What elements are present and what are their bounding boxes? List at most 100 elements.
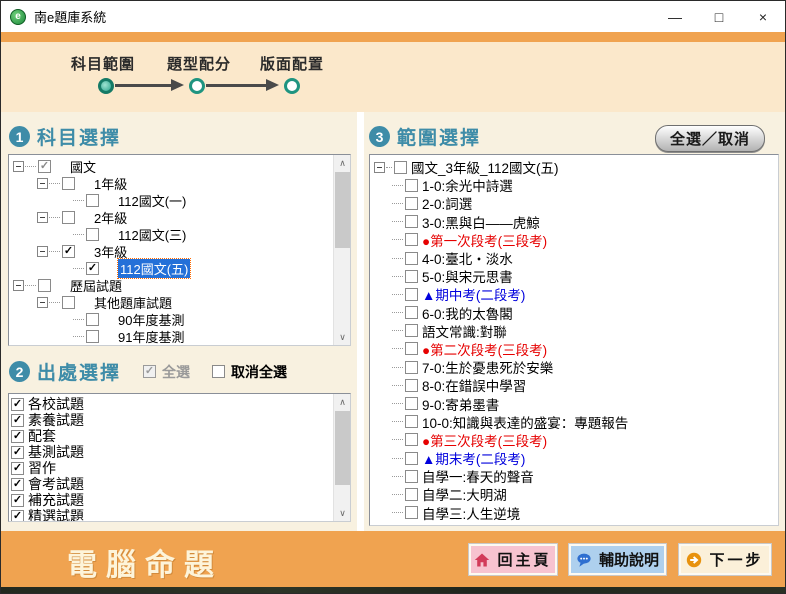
range-tree-item[interactable]: 1-0:余光中詩選 <box>374 176 778 194</box>
range-item-checkbox[interactable] <box>405 324 418 338</box>
range-item-checkbox[interactable] <box>405 506 418 520</box>
subject-tree-item[interactable]: ✓ 3年級 <box>9 243 348 260</box>
tree-checkbox[interactable] <box>86 228 99 241</box>
range-tree-item[interactable]: ●第三次段考(三段考) <box>374 431 778 449</box>
maximize-button[interactable]: □ <box>697 1 741 32</box>
range-item-checkbox[interactable] <box>405 397 418 411</box>
source-item-checkbox[interactable]: ✓ <box>11 493 24 507</box>
range-tree-item[interactable]: 4-0:臺北・淡水 <box>374 249 778 267</box>
tree-checkbox[interactable]: ✓ <box>38 160 51 173</box>
source-list-item[interactable]: ✓ 基測試題 <box>11 444 350 460</box>
range-tree-item[interactable]: 7-0:生於憂患死於安樂 <box>374 358 778 376</box>
range-tree-item[interactable]: 10-0:知識與表達的盛宴：專題報告 <box>374 413 778 431</box>
range-item-checkbox[interactable] <box>405 342 418 356</box>
tree-checkbox[interactable] <box>62 296 75 309</box>
range-root-checkbox[interactable] <box>394 160 407 174</box>
subject-tree-item[interactable]: ✓ 國文 <box>9 158 348 175</box>
range-item-checkbox[interactable] <box>405 287 418 301</box>
scroll-down-icon[interactable]: ∨ <box>334 329 350 345</box>
range-tree-item[interactable]: 自學二:大明湖 <box>374 485 778 503</box>
range-tree-item[interactable]: 9-0:寄弟墨書 <box>374 394 778 413</box>
subject-tree-item[interactable]: ✓ 112國文(五) <box>9 258 348 279</box>
scroll-up-icon[interactable]: ∧ <box>334 394 350 410</box>
range-item-checkbox[interactable] <box>405 233 418 247</box>
range-item-checkbox[interactable] <box>405 178 418 192</box>
tree-expander-icon[interactable] <box>37 297 48 308</box>
range-tree-item[interactable]: 5-0:與宋元思書 <box>374 267 778 285</box>
source-item-checkbox[interactable]: ✓ <box>11 509 24 521</box>
close-button[interactable]: × <box>741 1 785 32</box>
scroll-up-icon[interactable]: ∧ <box>334 155 350 171</box>
tree-checkbox[interactable]: ✓ <box>62 245 75 258</box>
tree-expander-icon[interactable] <box>13 280 24 291</box>
source-item-checkbox[interactable]: ✓ <box>11 477 24 491</box>
range-tree-item[interactable]: ●第二次段考(三段考) <box>374 340 778 358</box>
range-item-checkbox[interactable] <box>405 469 418 483</box>
subject-tree-item[interactable]: 2年級 <box>9 209 348 226</box>
tree-checkbox[interactable] <box>38 279 51 292</box>
scrollbar-thumb[interactable] <box>335 411 350 485</box>
range-tree-item[interactable]: ●第一次段考(三段考) <box>374 231 778 249</box>
scrollbar-thumb[interactable] <box>335 172 350 248</box>
tree-checkbox[interactable]: ✓ <box>86 262 99 275</box>
range-tree-item[interactable]: 8-0:在錯誤中學習 <box>374 376 778 394</box>
source-item-checkbox[interactable]: ✓ <box>11 445 24 459</box>
range-item-checkbox[interactable] <box>405 269 418 283</box>
tree-expander-icon[interactable] <box>13 161 24 172</box>
deselect-all-checkbox[interactable] <box>212 365 226 378</box>
subject-tree-item[interactable]: 112國文(三) <box>9 226 348 243</box>
subject-tree-item[interactable]: 90年度基測 <box>9 311 348 328</box>
range-tree-item[interactable]: ▲期中考(二段考) <box>374 285 778 303</box>
subject-tree-item[interactable]: 歷屆試題 <box>9 277 348 294</box>
subject-tree-item[interactable]: 112國文(一) <box>9 192 348 209</box>
range-item-checkbox[interactable] <box>405 196 418 210</box>
next-step-button[interactable]: 下一步 <box>679 544 771 575</box>
deselect-all-checkbox-group[interactable]: 取消全選 <box>212 362 287 382</box>
tree-expander-icon[interactable] <box>37 246 48 257</box>
subject-tree-item[interactable]: 1年級 <box>9 175 348 192</box>
source-list-scrollbar[interactable]: ∧ ∨ <box>333 394 350 521</box>
home-button[interactable]: 回主頁 <box>469 544 557 575</box>
range-tree-item[interactable]: 自學一:春天的聲音 <box>374 467 778 485</box>
range-item-checkbox[interactable] <box>405 433 418 447</box>
subject-tree-item[interactable]: 91年度基測 <box>9 328 348 345</box>
minimize-button[interactable]: — <box>653 1 697 32</box>
tree-expander-icon[interactable] <box>37 212 48 223</box>
range-item-checkbox[interactable] <box>405 306 418 320</box>
range-tree-item[interactable]: 3-0:黑與白——虎鯨 <box>374 213 778 231</box>
range-item-label: 10-0:知識與表達的盛宴：專題報告 <box>422 415 629 431</box>
range-tree-item[interactable]: ▲期末考(二段考) <box>374 449 778 467</box>
tree-checkbox[interactable] <box>86 330 99 343</box>
scroll-down-icon[interactable]: ∨ <box>334 505 350 521</box>
range-item-checkbox[interactable] <box>405 415 418 429</box>
range-item-checkbox[interactable] <box>405 487 418 501</box>
subject-tree-item[interactable]: 其他題庫試題 <box>9 294 348 311</box>
range-tree-item[interactable]: 語文常識:對聯 <box>374 322 778 340</box>
source-list-item[interactable]: ✓ 精選試題 <box>11 508 350 521</box>
tree-checkbox[interactable] <box>86 194 99 207</box>
help-button[interactable]: 輔助說明 <box>569 544 666 575</box>
source-item-checkbox[interactable]: ✓ <box>11 413 24 427</box>
source-item-checkbox[interactable]: ✓ <box>11 461 24 475</box>
range-tree-item[interactable]: 6-0:我的太魯閣 <box>374 304 778 322</box>
tree-checkbox[interactable] <box>86 313 99 326</box>
select-all-checkbox[interactable]: ✓ <box>143 365 157 378</box>
range-item-checkbox[interactable] <box>405 251 418 265</box>
subject-tree-scrollbar[interactable]: ∧ ∨ <box>333 155 350 345</box>
tree-checkbox[interactable] <box>62 177 75 190</box>
range-item-checkbox[interactable] <box>405 360 418 374</box>
select-all-checkbox-group[interactable]: ✓ 全選 <box>143 362 190 382</box>
source-item-checkbox[interactable]: ✓ <box>11 429 24 443</box>
range-item-checkbox[interactable] <box>405 215 418 229</box>
range-tree-item[interactable]: 2-0:詞選 <box>374 194 778 212</box>
tree-expander-icon[interactable] <box>37 178 48 189</box>
range-item-checkbox[interactable] <box>405 451 418 465</box>
range-tree-root[interactable]: 國文_3年級_112國文(五) <box>374 158 778 176</box>
source-list-item[interactable]: ✓ 素養試題 <box>11 412 350 428</box>
source-item-checkbox[interactable]: ✓ <box>11 397 24 411</box>
tree-checkbox[interactable] <box>62 211 75 224</box>
range-tree-item[interactable]: 自學三:人生逆境 <box>374 504 778 522</box>
select-toggle-all-button[interactable]: 全選／取消 <box>655 125 765 152</box>
range-item-checkbox[interactable] <box>405 378 418 392</box>
tree-expander-icon[interactable] <box>374 161 385 173</box>
